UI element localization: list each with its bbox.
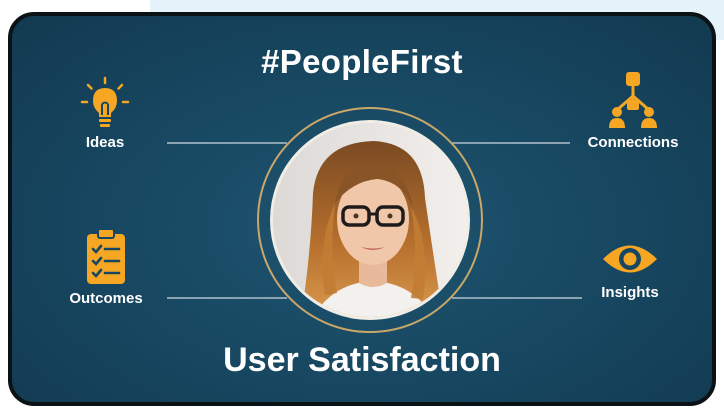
eye-icon (603, 245, 657, 273)
portrait-photo (270, 120, 470, 320)
feature-outcomes-label: Outcomes (69, 290, 143, 307)
clipboard-checklist-icon (87, 228, 125, 284)
woman-portrait-illustration (273, 123, 467, 317)
connector-line-connections (452, 142, 570, 144)
card-footer-title: User Satisfaction (223, 341, 501, 379)
people-first-card: #PeopleFirst Ideas Connections Outcomes … (8, 12, 716, 406)
connector-line-ideas (167, 142, 287, 144)
feature-connections: Connections (578, 72, 688, 151)
connector-line-insights (452, 297, 582, 299)
feature-insights-label: Insights (601, 284, 659, 301)
feature-ideas-label: Ideas (85, 134, 125, 151)
feature-connections-label: Connections (587, 134, 679, 151)
hierarchy-icon (609, 72, 657, 128)
feature-insights: Insights (590, 238, 670, 301)
lightbulb-icon (80, 76, 130, 127)
feature-outcomes: Outcomes (56, 228, 156, 307)
connector-line-outcomes (167, 297, 287, 299)
feature-ideas: Ideas (75, 76, 135, 151)
